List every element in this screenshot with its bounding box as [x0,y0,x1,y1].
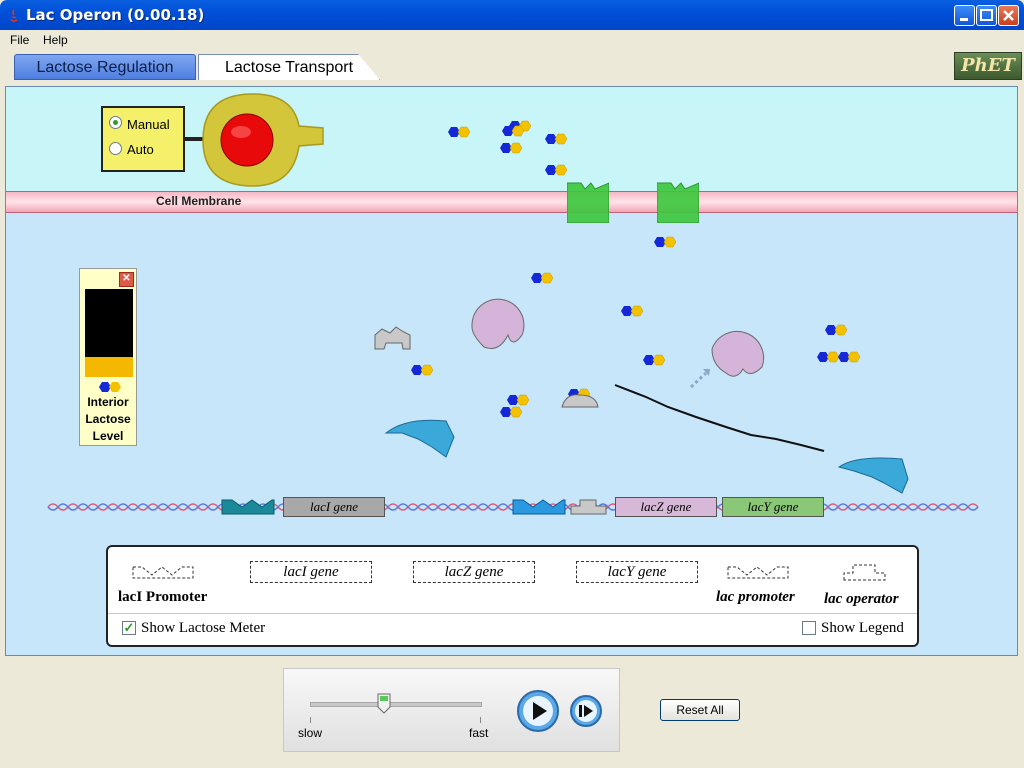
maximize-icon [980,9,993,21]
laci-promoter [221,499,275,515]
lactose-molecule[interactable] [530,272,554,284]
lac-repressor-bound[interactable] [561,394,599,408]
laci-gene: lacI gene [283,497,385,517]
show-lactose-meter-checkbox[interactable]: ✓ [122,621,136,635]
lactose-molecule[interactable] [620,305,644,317]
show-lactose-meter-label: Show Lactose Meter [141,620,266,636]
minimize-button[interactable] [954,5,975,26]
lac-promoter-legend-icon [727,566,789,579]
lactose-molecule[interactable] [816,351,840,363]
rna-polymerase[interactable] [384,419,455,458]
lactose-molecule[interactable] [544,164,568,176]
simulation-canvas: Cell Membrane Manual Auto ✕ Interior Lac… [5,86,1018,656]
legend-panel: lacI Promoter lacI gene lacZ gene lacY g… [106,545,919,647]
legend-lacy-gene: lacY gene [576,561,698,583]
menu-bar: File Help [0,30,1024,50]
show-legend-checkbox[interactable] [802,621,816,635]
legend-lac-operator: lac operator [824,591,899,607]
slider-tick [310,717,311,723]
legend-laci-gene: lacI gene [250,561,372,583]
slider-tick [480,717,481,723]
rna-polymerase[interactable] [837,457,909,494]
lactose-molecule[interactable] [499,142,523,154]
lac-operator [570,499,607,515]
lactose-molecule[interactable] [837,351,861,363]
lac-promoter [512,499,566,515]
step-button[interactable] [569,694,603,728]
lactose-molecule[interactable] [544,133,568,145]
maximize-button[interactable] [976,5,997,26]
window-title: Lac Operon (0.00.18) [26,6,205,24]
close-icon [1003,10,1014,21]
legend-divider [108,613,917,614]
lactose-molecule[interactable] [499,406,523,418]
beta-galactosidase[interactable] [711,330,765,377]
lactose-molecule[interactable] [447,126,471,138]
minimize-icon [960,18,968,21]
lactose-molecule[interactable] [506,394,530,406]
speed-slider-track[interactable] [310,702,482,707]
mrna-strand [614,384,825,452]
speed-slider-thumb[interactable] [377,693,391,715]
show-legend-label: Show Legend [821,620,904,636]
tab-lactose-transport[interactable]: Lactose Transport [198,54,380,80]
legend-lacz-gene: lacZ gene [413,561,535,583]
phet-logo: PhET [954,52,1022,80]
slow-label: slow [298,726,323,740]
java-icon [10,9,18,22]
close-button[interactable] [998,5,1019,26]
lacy-gene: lacY gene [722,497,824,517]
menu-file[interactable]: File [10,33,29,47]
lac-repressor[interactable] [374,326,411,350]
fast-label: fast [469,726,489,740]
lacz-gene: lacZ gene [615,497,717,517]
beta-galactosidase[interactable] [471,298,525,349]
lac-operator-legend-icon [843,564,886,581]
menu-help[interactable]: Help [43,33,68,47]
reset-all-button[interactable]: Reset All [660,699,740,721]
legend-lac-promoter: lac promoter [716,589,795,605]
title-bar: Lac Operon (0.00.18) [0,0,1024,30]
legend-laci-promoter: lacI Promoter [118,589,208,605]
tab-lactose-regulation[interactable]: Lactose Regulation [14,54,196,80]
motion-arrow [689,371,708,389]
lactose-molecule[interactable] [410,364,434,376]
lactose-molecule[interactable] [642,354,666,366]
lactose-molecule[interactable] [653,236,677,248]
play-button[interactable] [516,689,560,733]
tab-bar: Lactose Regulation Lactose Transport [0,50,1024,82]
lactose-molecule[interactable] [824,324,848,336]
clock-control-panel: slow fast [283,668,620,752]
laci-promoter-legend-icon [132,566,194,579]
